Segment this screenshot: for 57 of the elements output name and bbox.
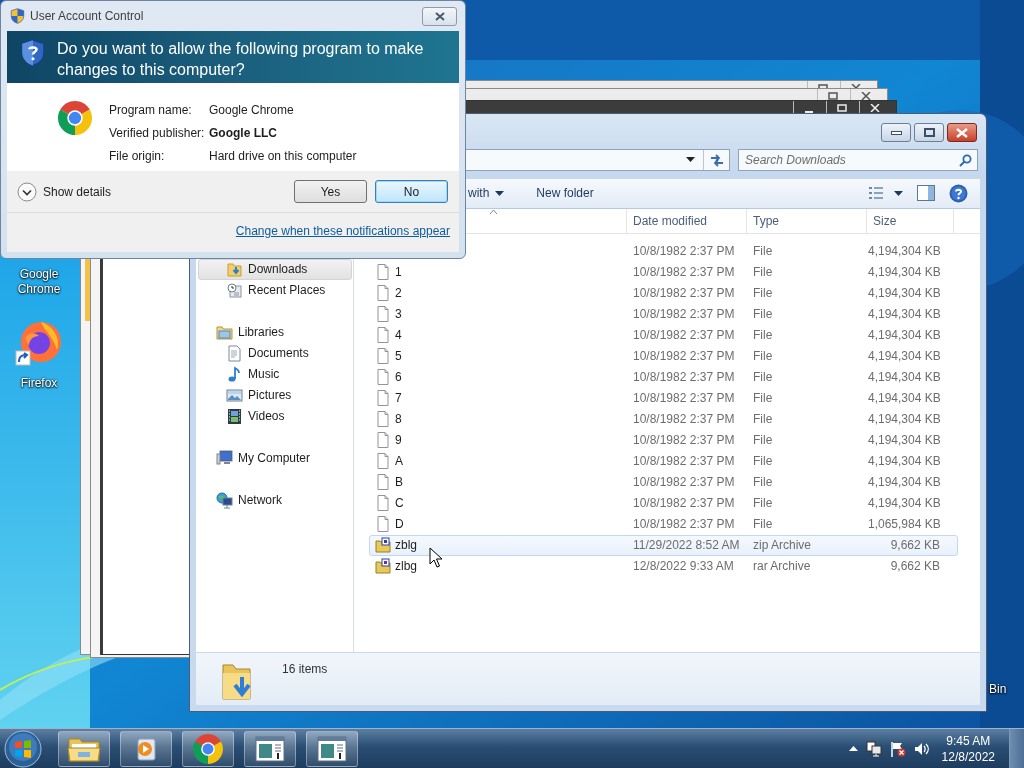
type-cell-text: File [752, 496, 774, 511]
type-cell-text: File [752, 286, 774, 301]
window-title: User Account Control [30, 9, 144, 23]
field-value: Google LLC [209, 125, 278, 142]
dialog-question: Do you want to allow the following program to make changes to this computer? [57, 39, 425, 80]
date-cell-text: 10/8/1982 2:37 PM [632, 307, 736, 322]
size-cell: 4,194,304 KB [868, 307, 940, 322]
item-count: 16 items [282, 662, 328, 677]
size-cell: 4,194,304 KB [868, 286, 940, 301]
type-cell-text: File [752, 265, 774, 280]
size-cell-text: 9,662 KB [889, 538, 940, 553]
field-label: Verified publisher: [109, 125, 206, 142]
field-value: Google Chrome [209, 102, 295, 119]
date-cell-text: 10/8/1982 2:37 PM [632, 412, 736, 427]
type-cell-text: File [752, 349, 774, 364]
type-cell-text: File [752, 454, 774, 469]
type-cell-text: zip Archive [752, 538, 813, 553]
date-cell-text: 10/8/1982 2:37 PM [632, 349, 736, 364]
date-cell-text: 10/8/1982 2:37 PM [632, 433, 736, 448]
size-cell: 4,194,304 KB [868, 433, 940, 448]
type-cell-text: File [752, 517, 774, 532]
date-cell-text: 12/8/2022 9:33 AM [632, 559, 735, 574]
date-cell-text: 10/8/1982 2:37 PM [632, 286, 736, 301]
size-cell-text: 9,662 KB [889, 559, 940, 574]
size-cell: 4,194,304 KB [868, 391, 940, 406]
date-cell-text: 10/8/1982 2:37 PM [632, 454, 736, 469]
date-cell-text: 10/8/1982 2:37 PM [632, 391, 736, 406]
type-cell-text: File [752, 412, 774, 427]
type-cell-text: File [752, 307, 774, 322]
size-cell: 4,194,304 KB [868, 244, 940, 259]
size-cell: 4,194,304 KB [868, 328, 940, 343]
size-cell: 4,194,304 KB [868, 265, 940, 280]
type-cell-text: File [752, 328, 774, 343]
field-label: Program name: [109, 102, 193, 119]
size-cell: 4,194,304 KB [868, 412, 940, 427]
type-cell-text: rar Archive [752, 559, 812, 574]
field-value: Hard drive on this computer [209, 148, 357, 165]
date-cell-text: 10/8/1982 2:37 PM [632, 265, 736, 280]
type-cell-text: File [752, 370, 774, 385]
date-cell-text: 10/8/1982 2:37 PM [632, 244, 736, 259]
type-cell-text: File [752, 475, 774, 490]
type-cell-text: File [752, 244, 774, 259]
size-cell: 4,194,304 KB [868, 454, 940, 469]
date-cell-text: 10/8/1982 2:37 PM [632, 475, 736, 490]
type-cell-text: File [752, 433, 774, 448]
size-cell: 4,194,304 KB [868, 475, 940, 490]
size-cell: 4,194,304 KB [868, 370, 940, 385]
date-cell-text: 10/8/1982 2:37 PM [632, 370, 736, 385]
size-cell: 4,194,304 KB [868, 349, 940, 364]
type-cell-text: File [752, 391, 774, 406]
date-cell-text: 11/29/2022 8:52 AM [632, 538, 741, 553]
date-cell-text: 10/8/1982 2:37 PM [632, 496, 736, 511]
date-cell-text: 10/8/1982 2:37 PM [632, 517, 736, 532]
date-cell-text: 10/8/1982 2:37 PM [632, 328, 736, 343]
field-label: File origin: [109, 148, 166, 165]
size-cell: 1,065,984 KB [868, 517, 940, 532]
size-cell: 4,194,304 KB [868, 496, 940, 511]
